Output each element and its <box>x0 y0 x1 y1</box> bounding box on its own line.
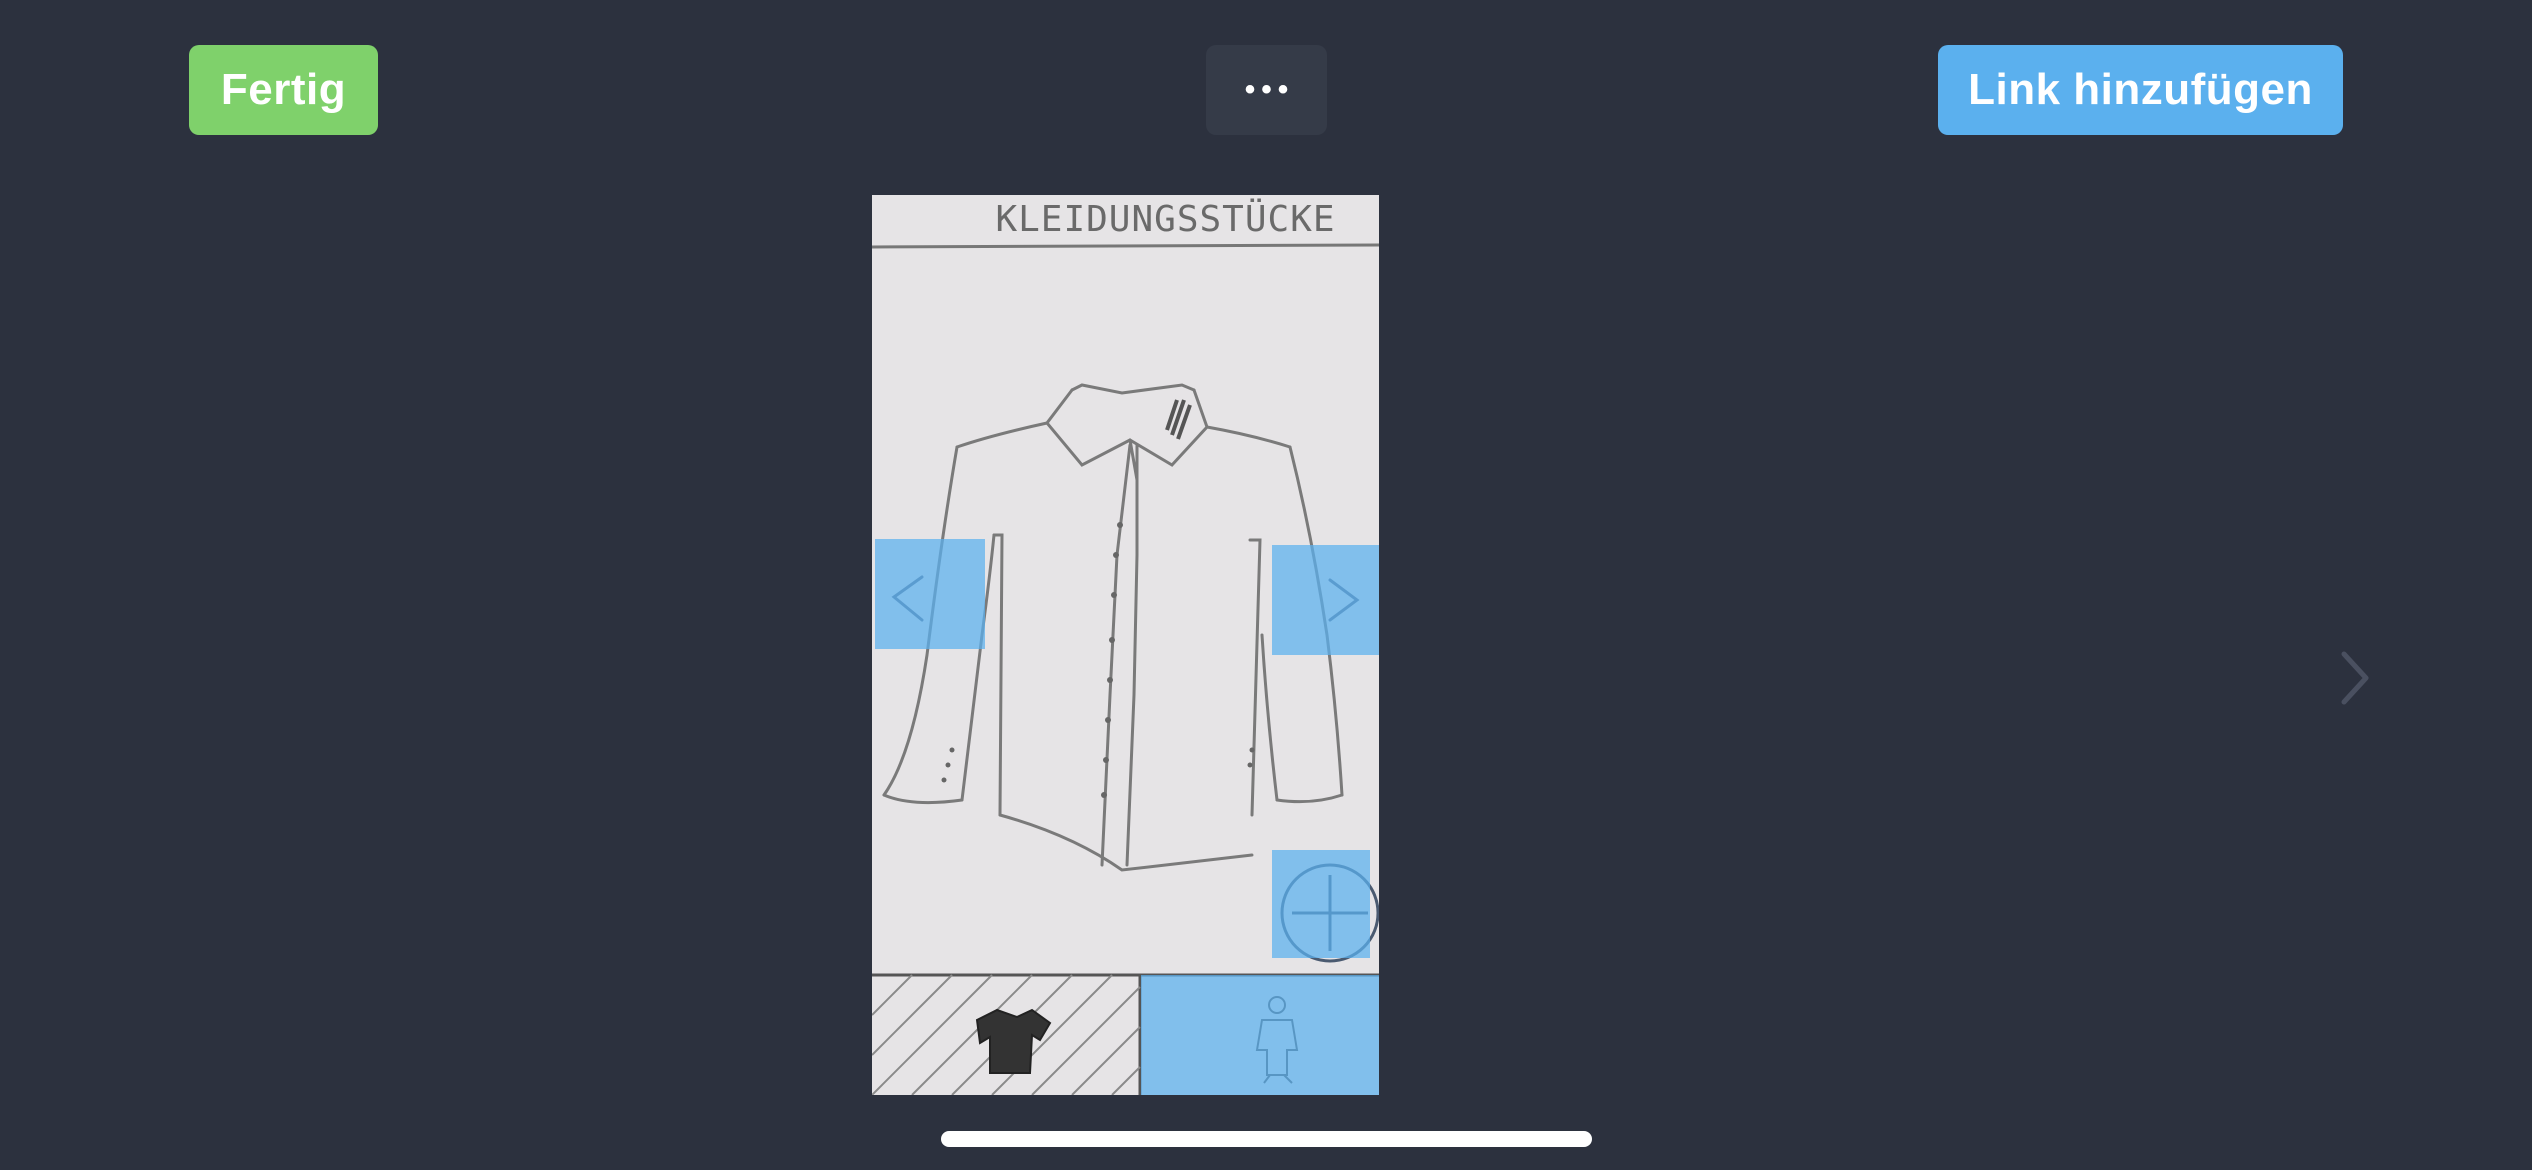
prototype-screen-image: KLEIDUNGSSTÜCKE <box>872 195 1379 1095</box>
more-button[interactable]: ••• <box>1206 45 1327 135</box>
add-item-hotspot[interactable] <box>1272 850 1370 958</box>
sketch-title: KLEIDUNGSSTÜCKE <box>995 199 1336 240</box>
shirt-icon <box>975 1008 1052 1074</box>
done-button[interactable]: Fertig <box>189 45 378 135</box>
person-tab-hotspot[interactable] <box>1141 975 1379 1095</box>
previous-hotspot[interactable] <box>875 539 985 649</box>
next-hotspot[interactable] <box>1272 545 1379 655</box>
next-screen-chevron-icon[interactable] <box>2336 648 2376 708</box>
home-indicator[interactable] <box>941 1131 1592 1147</box>
add-link-button[interactable]: Link hinzufügen <box>1938 45 2343 135</box>
